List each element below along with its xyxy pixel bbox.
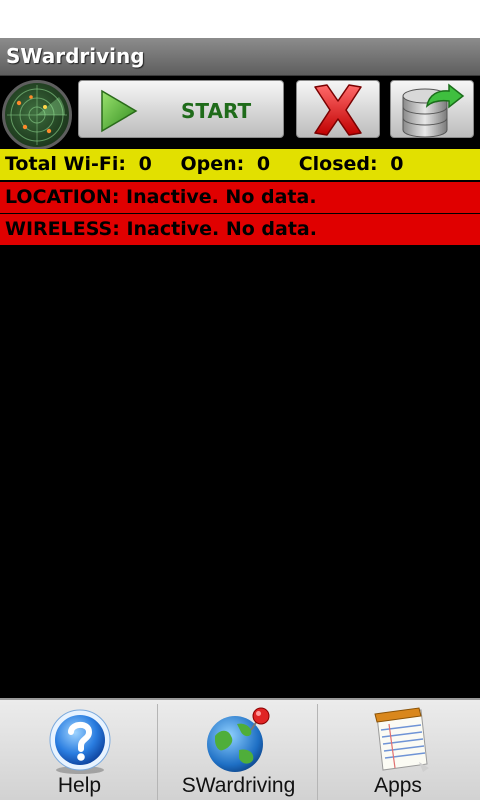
nav-apps[interactable]: Apps (318, 704, 478, 800)
close-icon (314, 84, 362, 136)
total-wifi-label: Total Wi-Fi: (5, 153, 126, 175)
status-bar (0, 0, 480, 38)
radar-icon (2, 80, 72, 150)
nav-apps-label: Apps (374, 774, 422, 797)
title-bar: SWardriving (0, 38, 480, 76)
nav-help-label: Help (57, 774, 102, 797)
open-value: 0 (256, 153, 271, 175)
nav-swardriving-label: SWardriving (181, 774, 296, 797)
location-status: LOCATION: Inactive. No data. (0, 182, 480, 213)
closed-value: 0 (390, 153, 404, 175)
stop-button[interactable] (296, 80, 380, 138)
wifi-counts-bar: Total Wi-Fi: 0 Open: 0 Closed: 0 (0, 149, 480, 180)
bottom-nav: Help SWardriving Apps (0, 698, 480, 800)
globe-pin-icon (206, 707, 269, 772)
play-icon (101, 89, 138, 133)
start-button[interactable]: START (78, 80, 284, 138)
nav-swardriving[interactable]: SWardriving (160, 704, 318, 800)
nav-help[interactable]: Help (2, 704, 158, 800)
open-label: Open: (180, 153, 245, 175)
app-title: SWardriving (6, 44, 145, 68)
notepad-icon (374, 707, 429, 772)
total-wifi-value: 0 (138, 153, 152, 175)
help-icon (49, 709, 110, 774)
wireless-status: WIRELESS: Inactive. No data. (0, 214, 480, 245)
database-export-icon (402, 83, 465, 138)
export-database-button[interactable] (390, 80, 474, 138)
start-label: START (181, 99, 252, 123)
closed-label: Closed: (298, 153, 378, 175)
network-list-area (0, 246, 480, 698)
toolbar: START (0, 76, 480, 150)
